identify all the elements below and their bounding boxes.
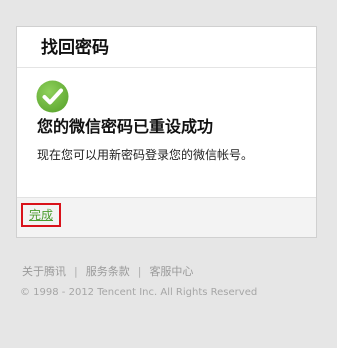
footer-links: 关于腾讯 | 服务条款 | 客服中心 (22, 264, 193, 280)
copyright-text: © 1998 - 2012 Tencent Inc. All Rights Re… (20, 287, 258, 298)
page-title: 找回密码 (41, 38, 109, 58)
done-link[interactable]: 完成 (29, 207, 53, 223)
reset-success-card: 找回密码 您的微信密码已重设成功 现在您可以用新密码登录您的微信帐号。 完成 (16, 26, 317, 238)
card-header: 找回密码 (17, 27, 316, 68)
check-circle-icon (36, 80, 69, 113)
footer-separator: | (137, 265, 142, 278)
footer-link-support[interactable]: 客服中心 (149, 265, 193, 278)
card-footer: 完成 (17, 197, 316, 237)
success-heading: 您的微信密码已重设成功 (37, 117, 214, 136)
footer-link-about[interactable]: 关于腾讯 (22, 265, 66, 278)
footer-link-terms[interactable]: 服务条款 (86, 265, 130, 278)
done-highlight-box: 完成 (21, 203, 61, 227)
success-description: 现在您可以用新密码登录您的微信帐号。 (37, 148, 254, 162)
footer-separator: | (74, 265, 78, 278)
